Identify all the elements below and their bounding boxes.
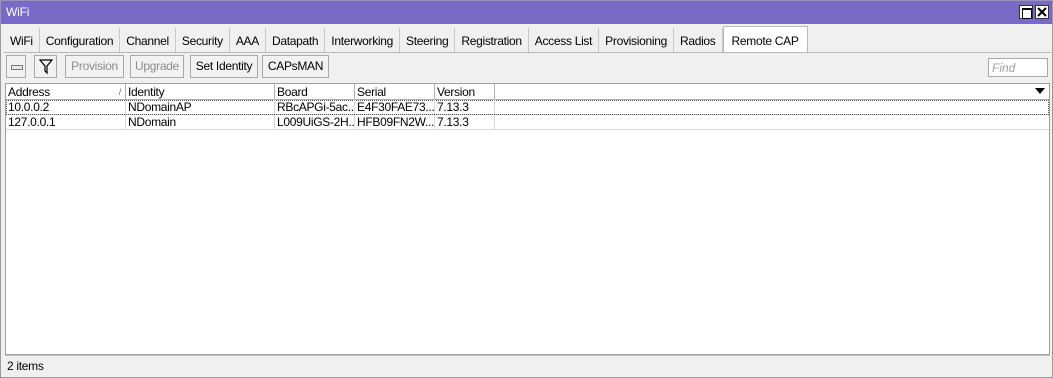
- tab-radios[interactable]: Radios: [674, 28, 723, 53]
- column-header-identity[interactable]: Identity: [126, 84, 275, 100]
- column-header-address[interactable]: Address /: [6, 84, 126, 100]
- close-button[interactable]: [1035, 5, 1049, 19]
- cell-serial: HFB09FN2W...: [357, 115, 435, 129]
- tab-interworking[interactable]: Interworking: [325, 28, 401, 53]
- tab-divider: [4, 52, 1051, 53]
- cell-identity: NDomainAP: [126, 100, 275, 114]
- find-input[interactable]: [988, 58, 1048, 77]
- tab-remote-cap[interactable]: Remote CAP: [722, 26, 808, 52]
- tab-security[interactable]: Security: [176, 28, 230, 53]
- upgrade-button[interactable]: Upgrade: [130, 55, 184, 78]
- status-bar: 2 items: [5, 355, 1050, 375]
- tab-bar: WiFi Configuration Channel Security AAA …: [4, 26, 808, 53]
- tab-aaa[interactable]: AAA: [230, 28, 266, 53]
- wifi-window: WiFi WiFi Configuration Channel Security…: [0, 0, 1053, 378]
- tab-channel[interactable]: Channel: [120, 28, 176, 53]
- toolbar: Provision Upgrade Set Identity CAPsMAN: [1, 55, 1052, 80]
- cell-board: L009UiGS-2H...: [277, 115, 355, 129]
- table-row[interactable]: 127.0.0.1 NDomain L009UiGS-2H... HFB09FN…: [6, 115, 1049, 130]
- window-title: WiFi: [6, 5, 30, 19]
- table-header: Address / Identity Board Serial Version: [6, 84, 1049, 100]
- tab-configuration[interactable]: Configuration: [40, 28, 121, 53]
- provision-button[interactable]: Provision: [65, 55, 124, 78]
- tab-steering[interactable]: Steering: [400, 28, 456, 53]
- title-bar[interactable]: WiFi: [1, 1, 1052, 24]
- capsman-button[interactable]: CAPsMAN: [262, 55, 329, 78]
- filter-icon: [39, 59, 53, 75]
- cell-identity: NDomain: [126, 115, 275, 129]
- filter-button[interactable]: [34, 55, 57, 78]
- remote-cap-table: Address / Identity Board Serial Version 1…: [5, 83, 1050, 355]
- tab-datapath[interactable]: Datapath: [266, 28, 326, 53]
- close-icon: [1037, 7, 1047, 17]
- cell-serial: E4F30FAE73...: [357, 100, 435, 114]
- sort-ascending-icon: /: [118, 87, 122, 97]
- cell-address: 127.0.0.1: [6, 115, 126, 129]
- set-identity-button[interactable]: Set Identity: [190, 55, 258, 78]
- column-header-version[interactable]: Version: [435, 84, 495, 100]
- cell-version: 7.13.3: [435, 115, 495, 129]
- column-header-serial[interactable]: Serial: [355, 84, 435, 100]
- item-count: 2 items: [7, 359, 44, 373]
- column-header-board[interactable]: Board: [275, 84, 355, 100]
- table-row[interactable]: 10.0.0.2 NDomainAP RBcAPGi-5ac... E4F30F…: [6, 100, 1049, 115]
- tab-access-list[interactable]: Access List: [529, 28, 600, 53]
- cell-board: RBcAPGi-5ac...: [277, 100, 355, 114]
- remove-button[interactable]: [6, 55, 26, 78]
- tab-wifi[interactable]: WiFi: [4, 28, 40, 53]
- maximize-button[interactable]: [1019, 5, 1033, 19]
- column-menu-dropdown-icon[interactable]: [1035, 88, 1045, 94]
- tab-provisioning[interactable]: Provisioning: [599, 28, 674, 53]
- cell-version: 7.13.3: [435, 100, 495, 114]
- tab-registration[interactable]: Registration: [455, 28, 529, 53]
- cell-address: 10.0.0.2: [6, 100, 126, 114]
